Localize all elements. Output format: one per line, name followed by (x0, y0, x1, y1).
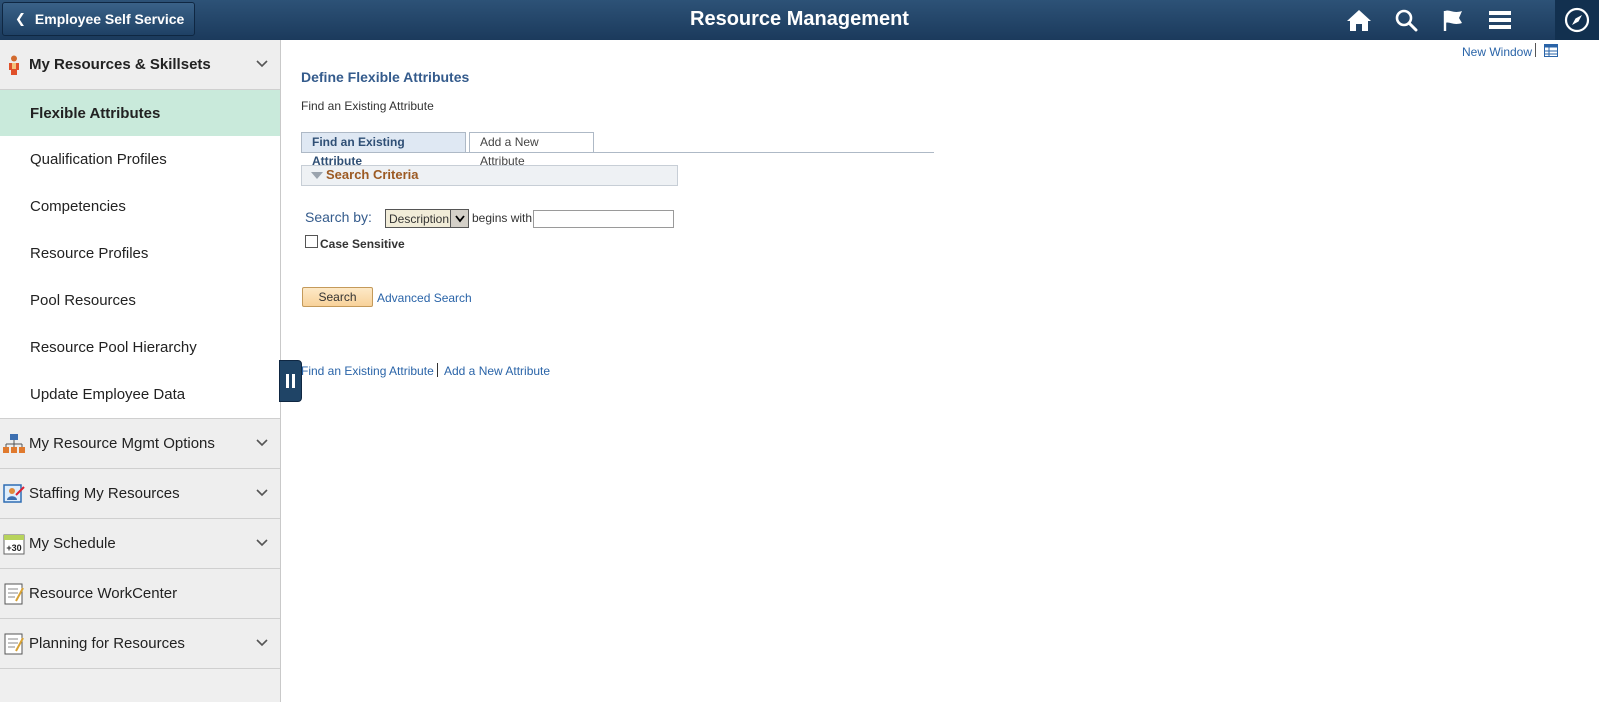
top-banner: ❮ Employee Self Service Resource Managem… (0, 0, 1599, 40)
navbar-compass-icon[interactable] (1555, 0, 1599, 40)
collapse-panel-handle[interactable] (279, 360, 302, 402)
nav-section-label: My Schedule (29, 535, 116, 552)
nav-section-planning-for-resources[interactable]: Planning for Resources (0, 619, 280, 669)
nav-item-update-employee-data[interactable]: Update Employee Data (0, 371, 280, 418)
divider (437, 363, 438, 377)
personalize-page-icon[interactable] (1544, 44, 1558, 57)
footer-link-find-existing[interactable]: Find an Existing Attribute (301, 364, 434, 378)
search-by-value: Description (389, 212, 450, 226)
search-button[interactable]: Search (302, 287, 373, 307)
nav-section-label: Planning for Resources (29, 635, 185, 652)
tab-find-existing-attribute[interactable]: Find an Existing Attribute (301, 132, 466, 168)
tab-add-new-attribute[interactable]: Add a New Attribute (469, 132, 594, 168)
chevron-down-icon (256, 539, 268, 547)
nav-section-label: Staffing My Resources (29, 485, 180, 502)
menu-icon[interactable] (1485, 6, 1515, 34)
nav-section-my-resources-skillsets[interactable]: My Resources & Skillsets (0, 40, 280, 90)
nav-item-flexible-attributes[interactable]: Flexible Attributes (0, 90, 280, 136)
nav-sublist: Flexible Attributes Qualification Profil… (0, 90, 280, 419)
chevron-left-icon: ❮ (15, 11, 26, 26)
nav-item-pool-resources[interactable]: Pool Resources (0, 277, 280, 324)
search-by-label: Search by: (305, 209, 372, 225)
nav-item-qualification-profiles[interactable]: Qualification Profiles (0, 136, 280, 183)
notepad-icon (4, 583, 24, 605)
dropdown-arrow-icon[interactable] (450, 210, 468, 227)
case-sensitive-label: Case Sensitive (320, 237, 405, 251)
back-button-label: Employee Self Service (34, 11, 185, 27)
nav-section-label: My Resources & Skillsets (29, 56, 211, 73)
tab-underline (301, 152, 934, 153)
page-subheading: Find an Existing Attribute (301, 99, 434, 113)
nav-section-my-schedule[interactable]: +30 My Schedule (0, 519, 280, 569)
search-icon[interactable] (1391, 6, 1421, 34)
chevron-down-icon (256, 60, 268, 68)
org-chart-icon (3, 434, 25, 453)
person-icon (9, 55, 19, 75)
advanced-search-link[interactable]: Advanced Search (377, 291, 472, 305)
collapse-triangle-icon (311, 172, 323, 179)
notepad-icon (4, 633, 24, 655)
footer-link-add-new[interactable]: Add a New Attribute (444, 364, 550, 378)
divider (1535, 43, 1536, 57)
nav-section-label: My Resource Mgmt Options (29, 435, 215, 452)
back-button[interactable]: ❮ Employee Self Service (2, 2, 195, 36)
search-criteria-header[interactable]: Search Criteria (301, 165, 678, 186)
operator-label: begins with (472, 211, 533, 225)
home-icon[interactable] (1344, 6, 1374, 34)
nav-section-staffing-my-resources[interactable]: Staffing My Resources (0, 469, 280, 519)
staffing-icon (3, 484, 25, 503)
chevron-down-icon (256, 439, 268, 447)
flag-icon[interactable] (1438, 6, 1468, 34)
left-nav-panel: My Resources & Skillsets Flexible Attrib… (0, 40, 281, 702)
search-by-select[interactable]: Description (385, 209, 469, 228)
nav-item-resource-pool-hierarchy[interactable]: Resource Pool Hierarchy (0, 324, 280, 371)
nav-section-my-resource-mgmt-options[interactable]: My Resource Mgmt Options (0, 419, 280, 469)
calendar-badge: +30 (6, 543, 21, 553)
nav-item-resource-profiles[interactable]: Resource Profiles (0, 230, 280, 277)
calendar-plus30-icon: +30 (3, 534, 25, 555)
nav-section-label: Resource WorkCenter (29, 585, 178, 602)
chevron-down-icon (256, 639, 268, 647)
page-heading: Define Flexible Attributes (301, 69, 470, 85)
nav-section-resource-workcenter[interactable]: Resource WorkCenter (0, 569, 280, 619)
nav-item-competencies[interactable]: Competencies (0, 183, 280, 230)
chevron-down-icon (256, 489, 268, 497)
search-criteria-label: Search Criteria (326, 167, 419, 182)
new-window-link[interactable]: New Window (1462, 45, 1532, 59)
case-sensitive-checkbox[interactable] (305, 235, 318, 248)
search-value-input[interactable] (533, 210, 674, 228)
